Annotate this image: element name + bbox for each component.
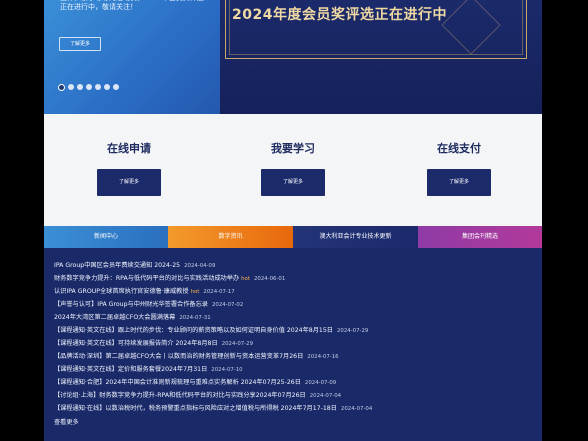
news-title: 【课程通知·英文在线】跟上时代的步伐：专业顾问的薪资策略以及如何证明自身价值 2… (54, 327, 333, 334)
news-item[interactable]: 【品牌活动·深圳】第二届卓越CFO大会丨以数而治的财务管理创新与资本运营变革7月… (54, 351, 339, 360)
news-date: 2024-06-01 (253, 276, 286, 282)
quick-entry-title: 在线申请 (107, 142, 151, 155)
news-date: 2024-07-04 (340, 406, 373, 412)
news-title: IPA Group中国区会员年费续交通知 2024-25 (54, 262, 181, 269)
apply-learn-more-button[interactable]: 了解更多 (97, 169, 161, 196)
carousel-dot[interactable] (95, 84, 101, 90)
news-date: 2024-07-17 (203, 289, 235, 295)
carousel-dot[interactable] (113, 84, 119, 90)
news-date: 2024-07-29 (337, 328, 369, 334)
news-item[interactable]: 【课程通知·英文在线】跟上时代的步伐：专业顾问的薪资策略以及如何证明自身价值 2… (54, 325, 368, 334)
news-item[interactable]: 【课程通知·英文在线】定价和服务套餐2024年7月31日 2024-07-10 (54, 364, 243, 373)
news-item[interactable]: 【课程通知·英文在线】可持续发展报告简介 2024年8月8日 2024-07-29 (54, 338, 253, 347)
page: 工作，亲子等等的活动们，2024年会员奖评选正在进行中，敬请关注！ 了解更多 2… (44, 0, 542, 441)
hot-badge: hot (241, 276, 250, 282)
carousel-dot[interactable] (104, 84, 110, 90)
hero-description: 工作，亲子等等的活动们，2024年会员奖评选正在进行中，敬请关注！ (60, 0, 204, 11)
pay-learn-more-button[interactable]: 了解更多 (427, 169, 491, 196)
news-date: 2024-07-31 (179, 315, 211, 321)
news-item[interactable]: 【课程通知·在线】以数治税时代，税务预警重点指标与风险应对之增值税与所得税 20… (54, 403, 372, 412)
news-date: 2024-07-16 (307, 354, 339, 360)
news-item[interactable]: 2024年大湾区第二届卓越CFO大会圆满落幕 2024-07-31 (54, 312, 211, 321)
news-title: 【课程通知·在线】以数治税时代，税务预警重点指标与风险应对之增值税与所得税 20… (54, 405, 337, 412)
hot-badge: hot (190, 289, 200, 295)
tab-digital-info[interactable]: 数字资讯 (168, 226, 293, 248)
news-date: 2024-07-09 (304, 380, 337, 386)
news-title: 【课程通知·英文在线】定价和服务套餐2024年7月31日 (54, 366, 208, 373)
quick-entry-title: 我要学习 (271, 142, 315, 155)
news-date: 2024-04-09 (184, 263, 216, 269)
news-title: 【声誉与认可】IPA Group与中州财光华签署合作备忘录 (54, 301, 208, 308)
news-date: 2024-07-10 (211, 367, 243, 373)
news-item[interactable]: 认识IPA GROUP全球首席执行官安德鲁·康威教授 hot 2024-07-17 (54, 286, 235, 295)
category-tabs: 新闻中心 数字资讯 澳大利亚会计专业技术更新 集团会刊精选 (44, 226, 542, 248)
hero-right-panel: 2024年度会员奖评选正在进行中 (220, 0, 542, 114)
carousel-dot[interactable] (58, 84, 65, 91)
news-title: 认识IPA GROUP全球首席执行官安德鲁·康威教授 (54, 288, 189, 295)
news-title: 【品牌活动·深圳】第二届卓越CFO大会丨以数而治的财务管理创新与资本运营变革7月… (54, 353, 304, 360)
news-item[interactable]: IPA Group中国区会员年费续交通知 2024-25 2024-04-09 (54, 260, 215, 269)
hero-learn-more-button[interactable]: 了解更多 (59, 37, 101, 51)
news-date: 2024-07-29 (221, 341, 254, 347)
hero-banner: 工作，亲子等等的活动们，2024年会员奖评选正在进行中，敬请关注！ 了解更多 2… (44, 0, 542, 114)
carousel-dot[interactable] (86, 84, 92, 90)
news-list: IPA Group中国区会员年费续交通知 2024-25 2024-04-09 财… (44, 248, 542, 441)
news-item[interactable]: 【声誉与认可】IPA Group与中州财光华签署合作备忘录 2024-07-02 (54, 299, 243, 308)
news-title: 财务数字竞争力提升：RPA与低代码平台的对比与实践活动成功举办 (54, 275, 240, 282)
news-item[interactable]: 【讨论组·上海】财务数字竞争力提升-RPA和低代码平台的对比与实践分享2024年… (54, 390, 341, 399)
view-more-link[interactable]: 查看更多 (54, 417, 79, 426)
news-date: 2024-07-02 (211, 302, 244, 308)
tab-news-center[interactable]: 新闻中心 (44, 226, 168, 248)
carousel-dot[interactable] (68, 84, 74, 90)
news-title: 【课程通知·英文在线】可持续发展报告简介 2024年8月8日 (54, 340, 218, 347)
news-item[interactable]: 财务数字竞争力提升：RPA与低代码平台的对比与实践活动成功举办 hot 2024-0… (54, 273, 285, 282)
learn-learn-more-button[interactable]: 了解更多 (261, 169, 325, 196)
news-title: 【课程通知·合肥】2024年中国会计准则新规梳理与重难点实务解析 2024年07… (54, 379, 301, 386)
carousel-dots (58, 84, 119, 92)
news-title: 【讨论组·上海】财务数字竞争力提升-RPA和低代码平台的对比与实践分享2024年… (54, 392, 306, 399)
hero-left-panel: 工作，亲子等等的活动们，2024年会员奖评选正在进行中，敬请关注！ 了解更多 (44, 0, 220, 114)
quick-entry-title: 在线支付 (437, 142, 481, 155)
tab-australia-updates[interactable]: 澳大利亚会计专业技术更新 (293, 226, 418, 248)
news-date: 2024-07-04 (309, 393, 342, 399)
news-title: 2024年大湾区第二届卓越CFO大会圆满落幕 (54, 314, 176, 321)
tab-journal-selection[interactable]: 集团会刊精选 (418, 226, 542, 248)
carousel-dot[interactable] (77, 84, 83, 90)
news-item[interactable]: 【课程通知·合肥】2024年中国会计准则新规梳理与重难点实务解析 2024年07… (54, 377, 336, 386)
quick-entry-row: 在线申请 了解更多 我要学习 了解更多 在线支付 了解更多 (44, 114, 542, 226)
hero-headline: 2024年度会员奖评选正在进行中 (232, 7, 447, 23)
